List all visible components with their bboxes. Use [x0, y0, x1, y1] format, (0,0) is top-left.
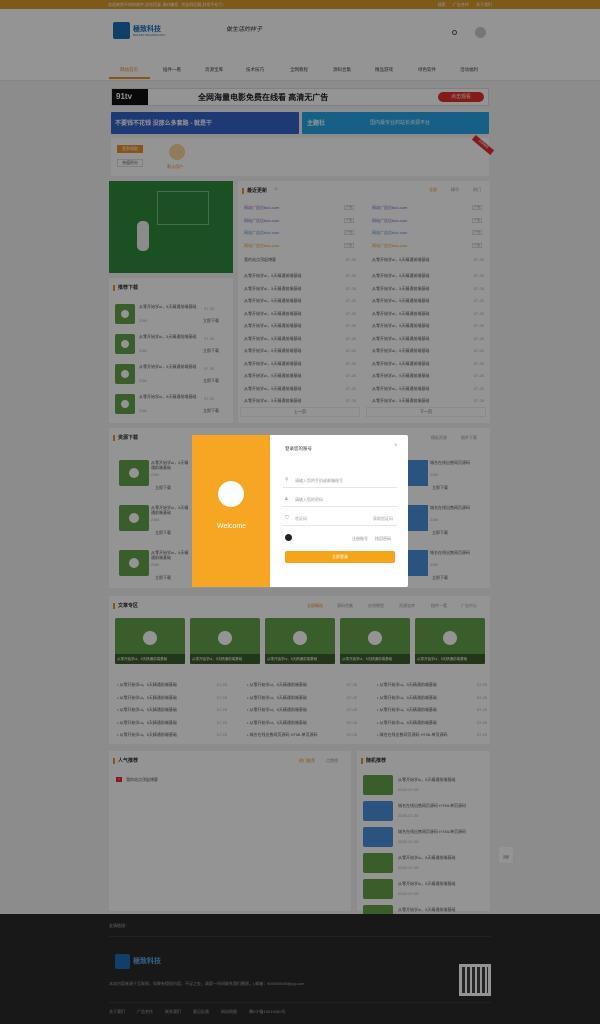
welcome-text: Welcome	[217, 523, 247, 530]
login-submit-button[interactable]: 立即登录	[285, 551, 395, 563]
account-placeholder: 请输入您的手机或邮箱账号	[295, 478, 343, 483]
password-field[interactable]: 🔒︎ 请输入您的密码	[283, 493, 397, 507]
close-icon[interactable]: ×	[394, 443, 398, 449]
qq-icon[interactable]	[285, 534, 292, 541]
mascot-icon	[218, 481, 244, 507]
get-code-button[interactable]: 获取验证码	[373, 516, 393, 522]
code-placeholder: 验证码	[295, 516, 307, 521]
code-field[interactable]: ⛉ 验证码 获取验证码	[283, 512, 397, 526]
password-placeholder: 请输入您的密码	[295, 497, 323, 502]
forgot-link[interactable]: 找回密码	[375, 536, 391, 542]
account-field[interactable]: ⚲ 请输入您的手机或邮箱账号	[283, 474, 397, 488]
register-link[interactable]: 注册账号	[352, 536, 368, 542]
user-icon: ⚲	[285, 477, 289, 483]
lock-icon: 🔒︎	[285, 496, 288, 502]
login-title: 登录您的账号	[285, 446, 312, 451]
login-welcome-panel: Welcome	[192, 435, 270, 587]
shield-icon: ⛉	[285, 515, 289, 521]
